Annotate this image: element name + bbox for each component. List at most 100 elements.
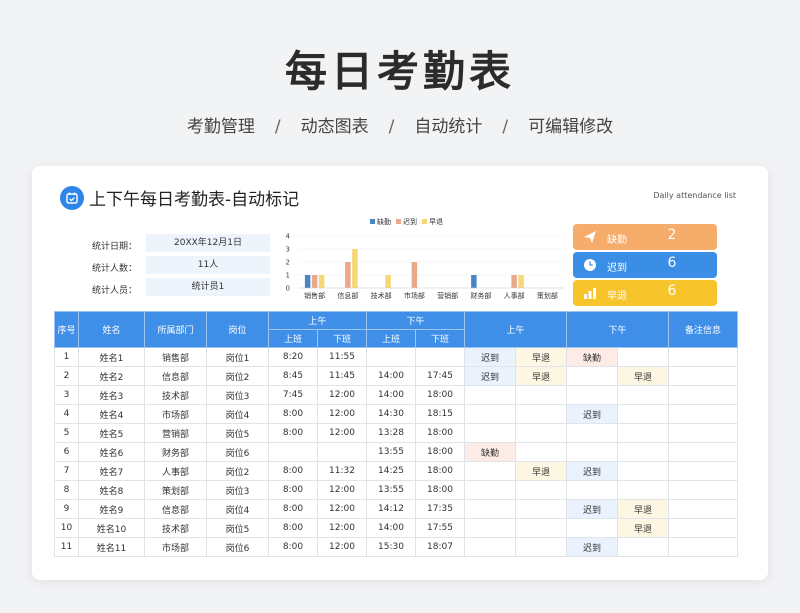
employee-name[interactable]: 姓名9 — [78, 499, 145, 519]
position[interactable]: 岗位1 — [206, 347, 269, 367]
pm-early-mark[interactable] — [617, 442, 670, 462]
am-late-mark[interactable] — [464, 537, 517, 557]
pm-late-mark[interactable] — [566, 366, 619, 386]
pm-clock-out[interactable]: 17:45 — [415, 366, 466, 386]
am-late-mark[interactable] — [464, 518, 517, 538]
pm-clock-out[interactable]: 18:07 — [415, 537, 466, 557]
pm-clock-out[interactable]: 18:15 — [415, 404, 466, 424]
am-late-mark[interactable]: 迟到 — [464, 366, 517, 386]
employee-name[interactable]: 姓名6 — [78, 442, 145, 462]
am-early-mark[interactable] — [515, 499, 568, 519]
row-no[interactable]: 4 — [54, 404, 79, 424]
am-clock-in[interactable]: 8:20 — [268, 347, 318, 367]
note-cell[interactable] — [668, 423, 739, 443]
pm-clock-in[interactable]: 14:12 — [366, 499, 417, 519]
pm-early-mark[interactable] — [617, 385, 670, 405]
person-field[interactable]: 统计员1 — [146, 278, 270, 296]
pm-late-mark[interactable]: 迟到 — [566, 461, 619, 481]
pm-late-mark[interactable] — [566, 423, 619, 443]
pm-clock-in[interactable]: 14:30 — [366, 404, 417, 424]
pm-late-mark[interactable]: 迟到 — [566, 537, 619, 557]
am-clock-in[interactable]: 8:00 — [268, 537, 318, 557]
department[interactable]: 人事部 — [144, 461, 207, 481]
row-no[interactable]: 7 — [54, 461, 79, 481]
position[interactable]: 岗位5 — [206, 423, 269, 443]
pm-clock-out[interactable] — [415, 347, 466, 367]
am-clock-out[interactable]: 11:45 — [316, 366, 368, 386]
employee-name[interactable]: 姓名5 — [78, 423, 145, 443]
note-cell[interactable] — [668, 442, 739, 462]
pm-early-mark[interactable] — [617, 347, 670, 367]
employee-name[interactable]: 姓名4 — [78, 404, 145, 424]
am-early-mark[interactable] — [515, 423, 568, 443]
note-cell[interactable] — [668, 499, 739, 519]
department[interactable]: 信息部 — [144, 366, 207, 386]
am-clock-in[interactable]: 8:00 — [268, 404, 318, 424]
position[interactable]: 岗位4 — [206, 499, 269, 519]
am-clock-out[interactable]: 11:32 — [316, 461, 368, 481]
department[interactable]: 技术部 — [144, 385, 207, 405]
department[interactable]: 销售部 — [144, 347, 207, 367]
row-no[interactable]: 5 — [54, 423, 79, 443]
pm-late-mark[interactable] — [566, 442, 619, 462]
am-late-mark[interactable] — [464, 385, 517, 405]
am-clock-in[interactable]: 8:00 — [268, 480, 318, 500]
am-clock-in[interactable]: 8:00 — [268, 499, 318, 519]
pm-early-mark[interactable]: 早退 — [617, 518, 670, 538]
note-cell[interactable] — [668, 366, 739, 386]
department[interactable]: 营销部 — [144, 423, 207, 443]
row-no[interactable]: 8 — [54, 480, 79, 500]
pm-clock-in[interactable] — [366, 347, 417, 367]
row-no[interactable]: 11 — [54, 537, 79, 557]
pm-late-mark[interactable] — [566, 385, 619, 405]
employee-name[interactable]: 姓名10 — [78, 518, 145, 538]
am-late-mark[interactable]: 迟到 — [464, 347, 517, 367]
row-no[interactable]: 3 — [54, 385, 79, 405]
pm-clock-in[interactable]: 14:25 — [366, 461, 417, 481]
am-early-mark[interactable] — [515, 442, 568, 462]
am-clock-in[interactable]: 8:00 — [268, 423, 318, 443]
pm-late-mark[interactable] — [566, 518, 619, 538]
row-no[interactable]: 9 — [54, 499, 79, 519]
pm-early-mark[interactable] — [617, 480, 670, 500]
pm-late-mark[interactable]: 缺勤 — [566, 347, 619, 367]
pm-clock-in[interactable]: 15:30 — [366, 537, 417, 557]
am-late-mark[interactable] — [464, 423, 517, 443]
pm-early-mark[interactable] — [617, 423, 670, 443]
pm-clock-out[interactable]: 17:55 — [415, 518, 466, 538]
department[interactable]: 市场部 — [144, 404, 207, 424]
note-cell[interactable] — [668, 385, 739, 405]
note-cell[interactable] — [668, 347, 739, 367]
note-cell[interactable] — [668, 518, 739, 538]
am-early-mark[interactable]: 早退 — [515, 347, 568, 367]
pm-early-mark[interactable] — [617, 537, 670, 557]
position[interactable]: 岗位3 — [206, 480, 269, 500]
note-cell[interactable] — [668, 537, 739, 557]
am-late-mark[interactable]: 缺勤 — [464, 442, 517, 462]
am-clock-out[interactable]: 12:00 — [316, 404, 368, 424]
am-clock-in[interactable]: 8:00 — [268, 461, 318, 481]
department[interactable]: 策划部 — [144, 480, 207, 500]
am-early-mark[interactable] — [515, 385, 568, 405]
position[interactable]: 岗位2 — [206, 366, 269, 386]
am-clock-out[interactable]: 12:00 — [316, 480, 368, 500]
employee-name[interactable]: 姓名8 — [78, 480, 145, 500]
am-early-mark[interactable]: 早退 — [515, 461, 568, 481]
row-no[interactable]: 2 — [54, 366, 79, 386]
department[interactable]: 市场部 — [144, 537, 207, 557]
pm-clock-in[interactable]: 14:00 — [366, 518, 417, 538]
employee-name[interactable]: 姓名2 — [78, 366, 145, 386]
department[interactable]: 财务部 — [144, 442, 207, 462]
pm-clock-in[interactable]: 13:55 — [366, 442, 417, 462]
am-early-mark[interactable] — [515, 518, 568, 538]
pm-clock-out[interactable]: 18:00 — [415, 480, 466, 500]
pm-clock-out[interactable]: 18:00 — [415, 461, 466, 481]
am-clock-in[interactable] — [268, 442, 318, 462]
am-clock-out[interactable]: 12:00 — [316, 385, 368, 405]
am-late-mark[interactable] — [464, 461, 517, 481]
count-field[interactable]: 11人 — [146, 256, 270, 274]
pm-clock-out[interactable]: 18:00 — [415, 442, 466, 462]
pm-clock-out[interactable]: 18:00 — [415, 385, 466, 405]
am-early-mark[interactable] — [515, 537, 568, 557]
pm-clock-in[interactable]: 14:00 — [366, 385, 417, 405]
